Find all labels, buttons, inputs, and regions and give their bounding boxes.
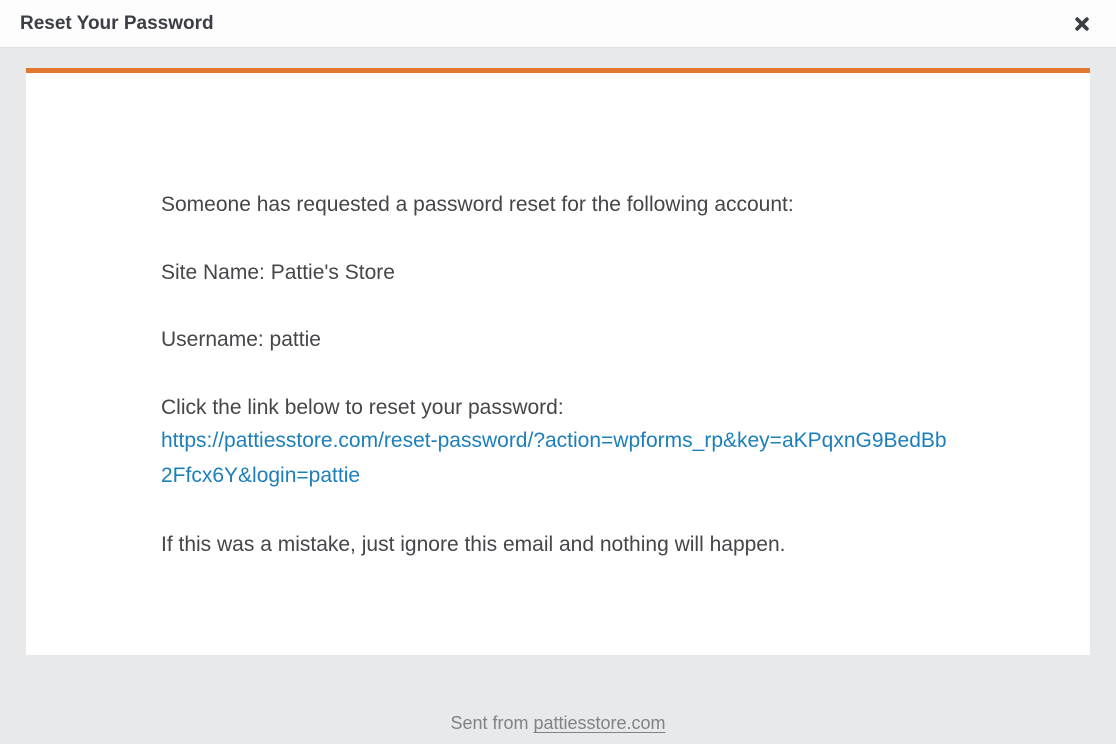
site-name-text: Site Name: Pattie's Store [161, 256, 955, 290]
reset-password-link[interactable]: https://pattiesstore.com/reset-password/… [161, 429, 947, 487]
email-footer: Sent from pattiesstore.com [26, 655, 1090, 734]
mistake-text: If this was a mistake, just ignore this … [161, 528, 955, 562]
intro-text: Someone has requested a password reset f… [161, 188, 955, 222]
click-instruction-text: Click the link below to reset your passw… [161, 391, 955, 425]
close-icon [1072, 14, 1092, 34]
sent-from-prefix: Sent from [450, 713, 533, 733]
username-text: Username: pattie [161, 323, 955, 357]
email-card: Someone has requested a password reset f… [26, 68, 1090, 655]
modal-title: Reset Your Password [20, 13, 214, 35]
sent-from-domain-link[interactable]: pattiesstore.com [533, 713, 665, 733]
email-body: Someone has requested a password reset f… [161, 188, 955, 561]
modal-header: Reset Your Password [0, 0, 1116, 48]
close-button[interactable] [1068, 10, 1096, 38]
content-area: Someone has requested a password reset f… [0, 48, 1116, 734]
reset-link-block: Click the link below to reset your passw… [161, 391, 955, 494]
